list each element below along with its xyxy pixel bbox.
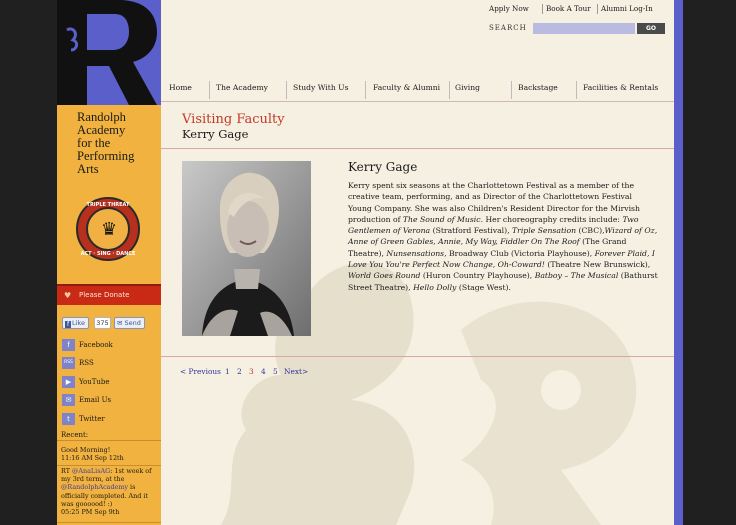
bio-text-part: (CBC), <box>576 226 605 236</box>
social-link-facebook[interactable]: f Facebook <box>61 338 161 352</box>
tweet-text: Good Morning! <box>61 446 111 454</box>
credit-title: Triple Sensation <box>512 226 577 236</box>
triple-threat-badge[interactable]: TRIPLE THREAT ♛ ACT · SING · DANCE <box>76 197 140 261</box>
send-label: Send <box>124 319 141 327</box>
credit-title: Nunsensations <box>386 248 445 258</box>
bio-text: Kerry spent six seasons at the Charlotte… <box>348 180 658 293</box>
nav-facilities-rentals[interactable]: Facilities & Rentals <box>583 83 658 92</box>
send-icon: ✉ <box>117 319 123 327</box>
facebook-like-button[interactable]: f Like <box>62 317 89 329</box>
divider <box>511 81 512 99</box>
divider <box>286 81 287 99</box>
tweet-mention-link[interactable]: @RandolphAcademy <box>61 483 128 491</box>
youtube-icon: ▶ <box>62 376 75 388</box>
social-label: Facebook <box>79 341 113 349</box>
academy-logo[interactable] <box>57 0 161 105</box>
search-go-button[interactable]: GO <box>637 23 665 34</box>
credit-title: Hello Dolly <box>413 282 457 292</box>
divider <box>161 148 674 149</box>
bio-text-part: (Stratford Festival), <box>430 226 513 236</box>
tweet-mention-link[interactable]: @AnaLisAG <box>72 467 110 475</box>
badge-center: ♛ <box>86 207 130 251</box>
divider <box>57 465 161 466</box>
top-link-alumni-log-in[interactable]: Alumni Log-In <box>601 2 653 16</box>
social-link-youtube[interactable]: ▶ YouTube <box>61 375 161 389</box>
top-link-apply-now[interactable]: Apply Now <box>489 2 529 16</box>
section-title: Visiting Faculty <box>182 112 285 127</box>
crown-icon: ♛ <box>101 219 118 240</box>
social-link-twitter[interactable]: t Twitter <box>61 412 161 426</box>
tweet-prefix: RT <box>61 467 72 475</box>
tweet-time[interactable]: 11:16 AM Sep 12th <box>61 454 159 462</box>
main-nav: Home The Academy Study With Us Faculty & Al… <box>161 78 674 102</box>
nav-the-academy[interactable]: The Academy <box>216 83 268 92</box>
pagination-page-1[interactable]: 1 <box>225 367 230 376</box>
pagination-next[interactable]: Next> <box>284 367 308 376</box>
tweet-time[interactable]: 05:25 PM Sep 9th <box>61 508 159 516</box>
donate-button[interactable]: ♥ Please Donate <box>57 284 161 305</box>
main-content: Apply Now Book A Tour Alumni Log-In SEARCH… <box>161 0 674 525</box>
credit-title: The Sound of Music <box>402 214 481 224</box>
nav-backstage[interactable]: Backstage <box>518 83 558 92</box>
divider <box>365 81 366 99</box>
pagination-previous[interactable]: < Previous <box>180 367 221 376</box>
school-name[interactable]: Randolph Academy for the Performing Arts <box>77 111 159 176</box>
social-link-rss[interactable]: RSS RSS <box>61 356 161 370</box>
email-icon: ✉ <box>62 394 75 406</box>
nav-home[interactable]: Home <box>169 83 192 92</box>
faculty-photo <box>182 161 311 336</box>
facebook-send-button[interactable]: ✉ Send <box>114 317 145 329</box>
nav-study-with-us[interactable]: Study With Us <box>293 83 348 92</box>
sidebar: Randolph Academy for the Performing Arts… <box>57 105 161 525</box>
nav-giving[interactable]: Giving <box>455 83 480 92</box>
divider <box>209 81 210 99</box>
like-count: 375 <box>94 317 111 329</box>
tweet-item: Good Morning! 11:16 AM Sep 12th <box>61 446 159 462</box>
social-label: Email Us <box>79 396 112 404</box>
divider <box>449 81 450 99</box>
page-title: Kerry Gage <box>182 127 249 141</box>
search-label: SEARCH <box>489 24 527 32</box>
bio-text-part: (Theatre New Brunswick), <box>544 260 651 270</box>
donate-label: Please Donate <box>79 291 130 299</box>
badge-bottom-text: ACT · SING · DANCE <box>80 251 136 257</box>
social-link-email[interactable]: ✉ Email Us <box>61 393 161 407</box>
school-name-line: Arts <box>77 162 99 176</box>
divider <box>161 356 674 357</box>
twitter-icon: t <box>62 413 75 425</box>
pagination-page-2[interactable]: 2 <box>237 367 242 376</box>
r-logo-icon <box>57 0 161 105</box>
facebook-icon: f <box>65 321 71 328</box>
nav-faculty-alumni[interactable]: Faculty & Alumni <box>373 83 440 92</box>
bio-name: Kerry Gage <box>348 160 418 174</box>
divider <box>542 4 543 14</box>
bio-text-part: (Stage West). <box>456 282 511 292</box>
tweet-text: RT @AnaLisAG: 1st week of my 3rd term, a… <box>61 467 159 508</box>
pagination-page-4[interactable]: 4 <box>261 367 266 376</box>
bio-text-part: . Her choreography credits include: <box>480 214 623 224</box>
bio-text-part: (Huron Country Playhouse), <box>420 271 535 281</box>
portrait-image <box>182 161 311 336</box>
credit-title: Batboy – The Musical <box>534 271 619 281</box>
social-label: YouTube <box>79 378 110 386</box>
divider <box>597 4 598 14</box>
divider <box>576 81 577 99</box>
tweet-item: RT @AnaLisAG: 1st week of my 3rd term, a… <box>61 467 159 516</box>
search-input[interactable] <box>533 23 635 34</box>
divider <box>57 440 161 441</box>
like-label: Like <box>72 319 85 327</box>
heart-icon: ♥ <box>64 291 72 300</box>
divider <box>57 522 161 523</box>
rss-icon: RSS <box>62 357 75 369</box>
social-label: Twitter <box>79 415 105 423</box>
social-label: RSS <box>79 359 94 367</box>
top-link-book-a-tour[interactable]: Book A Tour <box>546 2 591 16</box>
pagination-page-5[interactable]: 5 <box>273 367 278 376</box>
recent-tweets-label: Recent: <box>61 431 89 439</box>
facebook-icon: f <box>62 339 75 351</box>
credit-title: World Goes Round <box>348 271 421 281</box>
bio-text-part: , Broadway Club (Victoria Playhouse), <box>444 248 595 258</box>
pagination-page-3[interactable]: 3 <box>249 367 254 376</box>
